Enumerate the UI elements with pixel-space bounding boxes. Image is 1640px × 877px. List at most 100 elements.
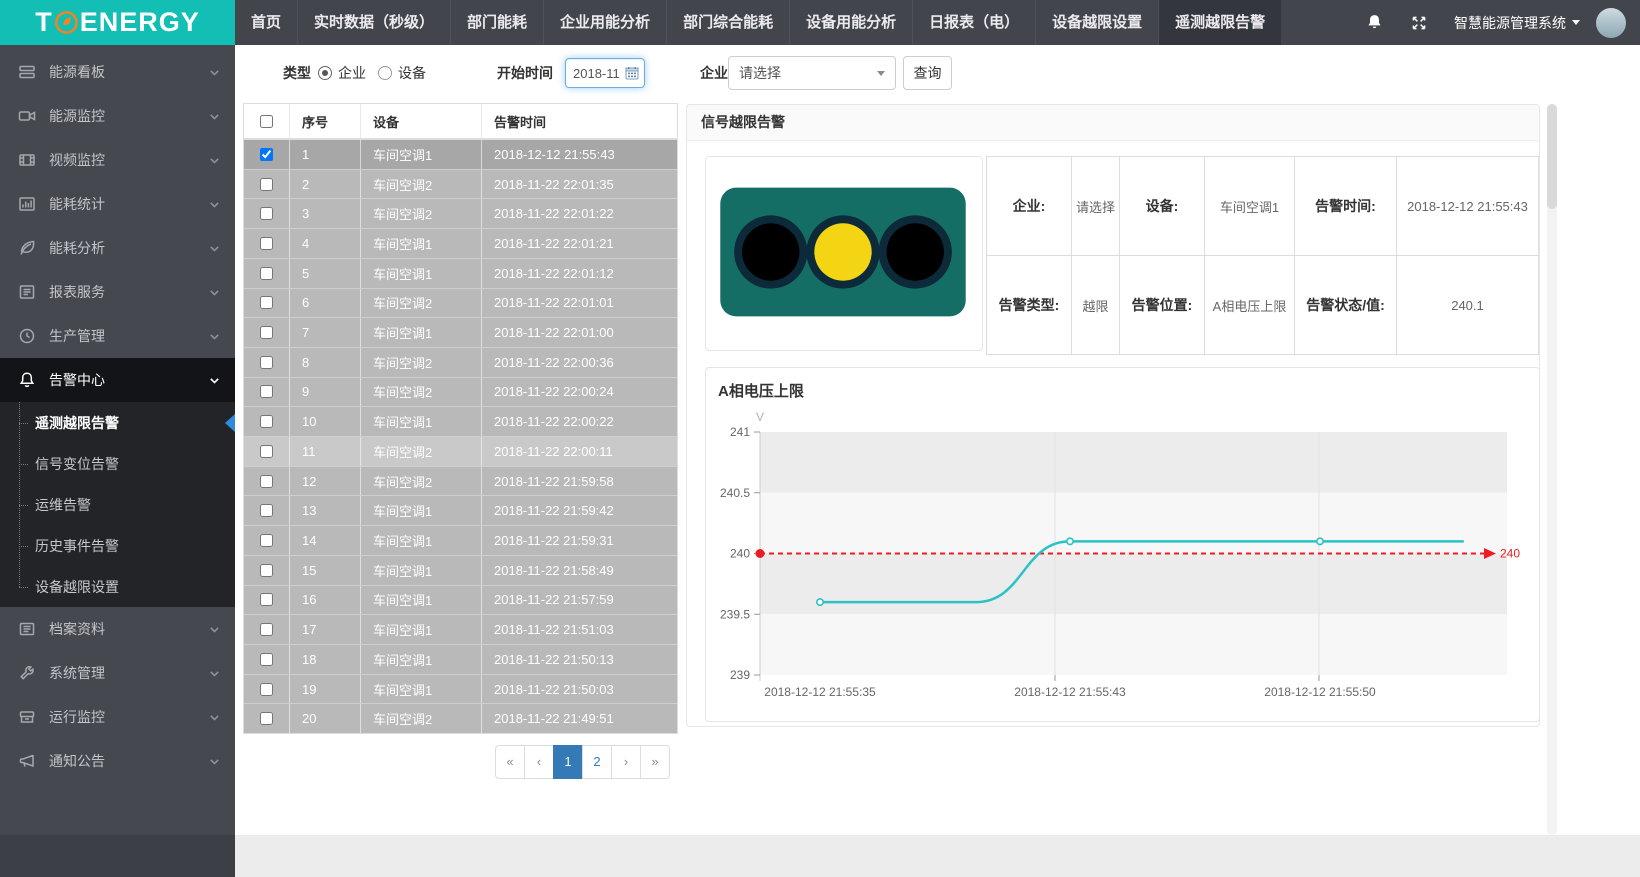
start-time-input[interactable] (573, 66, 625, 81)
sidebar-subitem[interactable]: 设备越限设置 (0, 566, 235, 607)
page-last-button[interactable]: » (640, 745, 670, 779)
row-checkbox[interactable] (260, 326, 273, 339)
sidebar-item[interactable]: 能耗统计 (0, 182, 235, 226)
table-row[interactable]: 7车间空调12018-11-22 22:01:00 (244, 318, 677, 348)
page-number[interactable]: 2 (582, 745, 612, 779)
nav-tab[interactable]: 部门能耗 (451, 0, 544, 45)
row-checkbox[interactable] (260, 148, 273, 161)
table-row[interactable]: 13车间空调12018-11-22 21:59:42 (244, 496, 677, 526)
filter-bar: 类型 企业设备 开始时间 (235, 45, 1640, 101)
row-checkbox[interactable] (260, 564, 273, 577)
enterprise-select[interactable]: 请选择 (728, 56, 896, 90)
sidebar-item[interactable]: 视频监控 (0, 138, 235, 182)
sidebar-item[interactable]: 通知公告 (0, 739, 235, 783)
nav-tab[interactable]: 设备用能分析 (790, 0, 913, 45)
select-all-checkbox[interactable] (260, 115, 273, 128)
device-name: 车间空调2 (361, 704, 482, 733)
page-first-button[interactable]: « (495, 745, 525, 779)
chevron-down-icon (208, 374, 221, 387)
nav-tab[interactable]: 设备越限设置 (1036, 0, 1159, 45)
info-row: 告警类型:越限告警位置:A相电压上限告警状态/值:240.1 (987, 256, 1539, 355)
row-checkbox[interactable] (260, 237, 273, 250)
row-checkbox[interactable] (260, 178, 273, 191)
chart-title: A相电压上限 (718, 380, 804, 401)
search-button[interactable]: 查询 (903, 56, 952, 90)
type-radio-enterprise[interactable]: 企业 (318, 63, 366, 83)
type-radio-device[interactable]: 设备 (378, 63, 426, 83)
row-checkbox[interactable] (260, 534, 273, 547)
table-row[interactable]: 10车间空调12018-11-22 22:00:22 (244, 407, 677, 437)
row-checkbox[interactable] (260, 356, 273, 369)
sidebar-item[interactable]: 运行监控 (0, 695, 235, 739)
table-row[interactable]: 4车间空调12018-11-22 22:01:21 (244, 229, 677, 259)
row-checkbox[interactable] (260, 593, 273, 606)
table-row[interactable]: 14车间空调12018-11-22 21:59:31 (244, 526, 677, 556)
nav-tab[interactable]: 遥测越限告警 (1159, 0, 1282, 45)
sidebar-item[interactable]: 告警中心 (0, 358, 235, 402)
page-number[interactable]: 1 (553, 745, 583, 779)
table-row[interactable]: 3车间空调22018-11-22 22:01:22 (244, 199, 677, 229)
sidebar-subitem[interactable]: 遥测越限告警 (0, 402, 235, 443)
table-row[interactable]: 5车间空调12018-11-22 22:01:12 (244, 259, 677, 289)
device-name: 车间空调1 (361, 615, 482, 644)
alarm-time: 2018-11-22 21:59:31 (482, 526, 677, 555)
row-number: 15 (290, 556, 361, 585)
alarm-time: 2018-11-22 21:59:42 (482, 496, 677, 525)
sidebar-item-label: 能源监控 (49, 106, 105, 126)
table-row[interactable]: 19车间空调12018-11-22 21:50:03 (244, 675, 677, 705)
sidebar-item[interactable]: 能源监控 (0, 94, 235, 138)
table-row[interactable]: 12车间空调22018-11-22 21:59:58 (244, 467, 677, 497)
row-checkbox[interactable] (260, 683, 273, 696)
row-checkbox[interactable] (260, 385, 273, 398)
table-row[interactable]: 6车间空调22018-11-22 22:01:01 (244, 289, 677, 319)
row-checkbox[interactable] (260, 623, 273, 636)
sidebar-subitem[interactable]: 信号变位告警 (0, 443, 235, 484)
table-row[interactable]: 2车间空调22018-11-22 22:01:35 (244, 170, 677, 200)
page-prev-button[interactable]: ‹ (524, 745, 554, 779)
table-row[interactable]: 8车间空调22018-11-22 22:00:36 (244, 348, 677, 378)
avatar[interactable] (1596, 8, 1626, 38)
calendar-icon[interactable] (625, 66, 639, 80)
scrollbar-track[interactable] (1547, 104, 1557, 835)
table-row[interactable]: 16车间空调12018-11-22 21:57:59 (244, 586, 677, 616)
system-title[interactable]: 智慧能源管理系统 (1454, 13, 1566, 33)
row-checkbox[interactable] (260, 653, 273, 666)
table-row[interactable]: 20车间空调22018-11-22 21:49:51 (244, 704, 677, 733)
table-row[interactable]: 17车间空调12018-11-22 21:51:03 (244, 615, 677, 645)
sidebar-subitem[interactable]: 历史事件告警 (0, 525, 235, 566)
nav-tab[interactable]: 首页 (235, 0, 298, 45)
sidebar-item[interactable]: 能源看板 (0, 50, 235, 94)
sidebar-item[interactable]: 能耗分析 (0, 226, 235, 270)
nav-tab[interactable]: 日报表（电） (913, 0, 1036, 45)
table-row[interactable]: 11车间空调22018-11-22 22:00:11 (244, 437, 677, 467)
row-checkbox[interactable] (260, 296, 273, 309)
row-checkbox[interactable] (260, 504, 273, 517)
alarm-time: 2018-11-22 21:58:49 (482, 556, 677, 585)
nav-tab[interactable]: 部门综合能耗 (667, 0, 790, 45)
sidebar-item[interactable]: 生产管理 (0, 314, 235, 358)
row-checkbox[interactable] (260, 712, 273, 725)
nav-tab[interactable]: 企业用能分析 (544, 0, 667, 45)
device-name: 车间空调1 (361, 556, 482, 585)
row-checkbox[interactable] (260, 207, 273, 220)
row-checkbox[interactable] (260, 267, 273, 280)
row-checkbox-cell (244, 704, 290, 733)
sidebar-item[interactable]: 系统管理 (0, 651, 235, 695)
scrollbar-thumb[interactable] (1547, 104, 1557, 209)
radio-label: 设备 (398, 63, 426, 83)
row-checkbox[interactable] (260, 445, 273, 458)
sidebar-item[interactable]: 档案资料 (0, 607, 235, 651)
row-checkbox[interactable] (260, 475, 273, 488)
bell-icon[interactable] (1365, 13, 1384, 32)
row-checkbox[interactable] (260, 415, 273, 428)
row-number: 6 (290, 289, 361, 318)
page-next-button[interactable]: › (611, 745, 641, 779)
table-row[interactable]: 18车间空调12018-11-22 21:50:13 (244, 645, 677, 675)
table-row[interactable]: 15车间空调12018-11-22 21:58:49 (244, 556, 677, 586)
table-row[interactable]: 1车间空调12018-12-12 21:55:43 (244, 140, 677, 170)
fullscreen-icon[interactable] (1410, 14, 1428, 32)
sidebar-subitem[interactable]: 运维告警 (0, 484, 235, 525)
table-row[interactable]: 9车间空调22018-11-22 22:00:24 (244, 378, 677, 408)
nav-tab[interactable]: 实时数据（秒级） (298, 0, 451, 45)
sidebar-item[interactable]: 报表服务 (0, 270, 235, 314)
